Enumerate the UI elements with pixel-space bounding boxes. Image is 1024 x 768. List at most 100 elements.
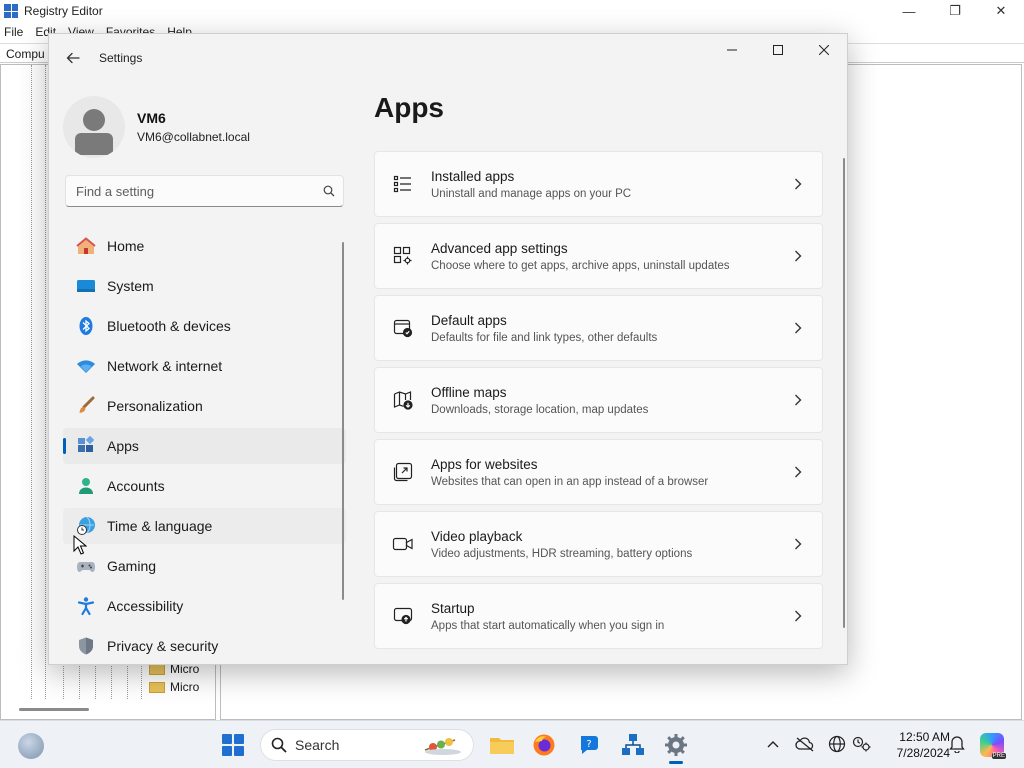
nav-item-personalization[interactable]: Personalization	[63, 388, 346, 424]
folder-icon	[149, 663, 165, 675]
content-scrollbar[interactable]	[843, 158, 845, 628]
maximize-icon	[773, 45, 783, 55]
taskbar: Search ? 12:50 AM 7/28/2024 PRE	[0, 720, 1024, 768]
registry-editor-icon	[4, 4, 18, 18]
minimize-button[interactable]	[709, 34, 755, 66]
clock-date: 7/28/2024	[896, 746, 950, 760]
card-apps-for-websites[interactable]: Apps for websites Websites that can open …	[374, 439, 823, 505]
regedit-restore-button[interactable]: ❐	[932, 0, 978, 22]
nav-label: Apps	[107, 438, 139, 454]
card-installed-apps[interactable]: Installed apps Uninstall and manage apps …	[374, 151, 823, 217]
card-offline-maps[interactable]: Offline maps Downloads, storage location,…	[374, 367, 823, 433]
nav-item-accessibility[interactable]: Accessibility	[63, 588, 346, 624]
system-clock[interactable]: 12:50 AM 7/28/2024	[880, 729, 950, 761]
tree-guide-line	[31, 65, 32, 699]
regedit-title: Registry Editor	[24, 4, 103, 18]
advanced-app-settings-icon	[375, 246, 431, 266]
find-setting-input[interactable]: Find a setting	[65, 175, 344, 207]
nav-label: Personalization	[107, 398, 203, 414]
back-button[interactable]	[63, 48, 83, 68]
start-button[interactable]	[219, 731, 247, 759]
copilot-badge: PRE	[991, 753, 1006, 759]
chevron-right-icon	[774, 250, 822, 262]
user-profile[interactable]: VM6 VM6@collabnet.local	[63, 96, 250, 158]
wifi-icon	[75, 355, 97, 377]
profile-name: VM6	[137, 110, 166, 126]
nav-item-system[interactable]: System	[63, 268, 346, 304]
language-settings-icon[interactable]	[851, 733, 873, 755]
regedit-close-button[interactable]: ✕	[978, 0, 1024, 22]
nav-label: Gaming	[107, 558, 157, 574]
card-video-playback[interactable]: Video playback Video adjustments, HDR str…	[374, 511, 823, 577]
nav-scrollbar[interactable]	[342, 242, 344, 600]
card-startup[interactable]: Startup Apps that start automatically whe…	[374, 583, 823, 649]
widgets-icon[interactable]	[18, 733, 44, 759]
nav-item-accounts[interactable]: Accounts	[63, 468, 346, 504]
nav-item-network[interactable]: Network & internet	[63, 348, 346, 384]
nav-label: Home	[107, 238, 145, 254]
svg-text:?: ?	[586, 739, 591, 750]
menu-file[interactable]: File	[4, 25, 23, 39]
card-subtitle: Choose where to get apps, archive apps, …	[431, 259, 730, 272]
tree-horizontal-scrollbar[interactable]	[19, 708, 89, 711]
file-explorer-icon[interactable]	[486, 729, 518, 761]
cloud-offline-icon[interactable]	[794, 733, 816, 755]
nav-item-apps[interactable]: Apps	[63, 428, 346, 464]
apps-settings-list: Installed apps Uninstall and manage apps …	[374, 151, 823, 655]
profile-email: VM6@collabnet.local	[137, 130, 250, 144]
nav-item-privacy[interactable]: Privacy & security	[63, 628, 346, 664]
regedit-titlebar[interactable]: Registry Editor — ❐ ✕	[0, 0, 1024, 22]
card-subtitle: Video adjustments, HDR streaming, batter…	[431, 547, 693, 560]
card-default-apps[interactable]: Default apps Defaults for file and link t…	[374, 295, 823, 361]
settings-nav: Home System Bluetooth & devices Network …	[63, 228, 346, 664]
chevron-right-icon	[774, 394, 822, 406]
card-title: Advanced app settings	[431, 240, 568, 256]
chevron-right-icon	[774, 466, 822, 478]
regedit-minimize-button[interactable]: —	[886, 0, 932, 22]
maximize-button[interactable]	[755, 34, 801, 66]
card-title: Startup	[431, 600, 475, 616]
shield-icon	[75, 635, 97, 657]
settings-taskbar-icon[interactable]	[660, 729, 692, 764]
close-button[interactable]	[801, 34, 847, 66]
settings-title: Settings	[99, 51, 143, 65]
copilot-icon[interactable]: PRE	[980, 733, 1006, 759]
taskbar-search-box[interactable]: Search	[260, 729, 474, 761]
accessibility-icon	[75, 595, 97, 617]
folder-icon	[149, 681, 165, 693]
brush-icon	[75, 395, 97, 417]
nav-item-time-language[interactable]: Time & language	[63, 508, 346, 544]
network-app-icon[interactable]	[617, 729, 649, 761]
tree-guide-line	[45, 65, 46, 699]
card-title: Video playback	[431, 528, 523, 544]
arrow-left-icon	[66, 52, 80, 64]
chevron-right-icon	[774, 178, 822, 190]
card-title: Apps for websites	[431, 456, 538, 472]
chevron-up-icon[interactable]	[762, 733, 784, 755]
page-title: Apps	[374, 92, 444, 123]
nav-label: Privacy & security	[107, 638, 219, 654]
account-icon	[75, 475, 97, 497]
video-playback-icon	[375, 534, 431, 554]
apps-icon	[75, 435, 97, 457]
nav-label: Bluetooth & devices	[107, 318, 231, 334]
quick-assist-icon[interactable]: ?	[574, 729, 606, 761]
nav-label: Time & language	[107, 518, 213, 534]
nav-item-home[interactable]: Home	[63, 228, 346, 264]
nav-item-gaming[interactable]: Gaming	[63, 548, 346, 584]
settings-window: Settings VM6 VM6@collabnet.local Find a …	[48, 33, 848, 665]
avatar	[63, 96, 125, 158]
nav-label: Accessibility	[107, 598, 184, 614]
tree-node[interactable]: Micro	[149, 680, 199, 694]
nav-item-bluetooth[interactable]: Bluetooth & devices	[63, 308, 346, 344]
card-advanced-app-settings[interactable]: Advanced app settings Choose where to get…	[374, 223, 823, 289]
globe-network-icon[interactable]	[826, 733, 848, 755]
taskbar-search-label: Search	[295, 737, 340, 753]
startup-icon	[375, 606, 431, 626]
chevron-right-icon	[774, 322, 822, 334]
notification-bell-icon[interactable]	[946, 733, 968, 755]
search-placeholder: Find a setting	[76, 183, 155, 199]
card-subtitle: Websites that can open in an app instead…	[431, 475, 709, 488]
firefox-icon[interactable]	[528, 729, 560, 761]
settings-titlebar[interactable]: Settings	[49, 34, 847, 82]
